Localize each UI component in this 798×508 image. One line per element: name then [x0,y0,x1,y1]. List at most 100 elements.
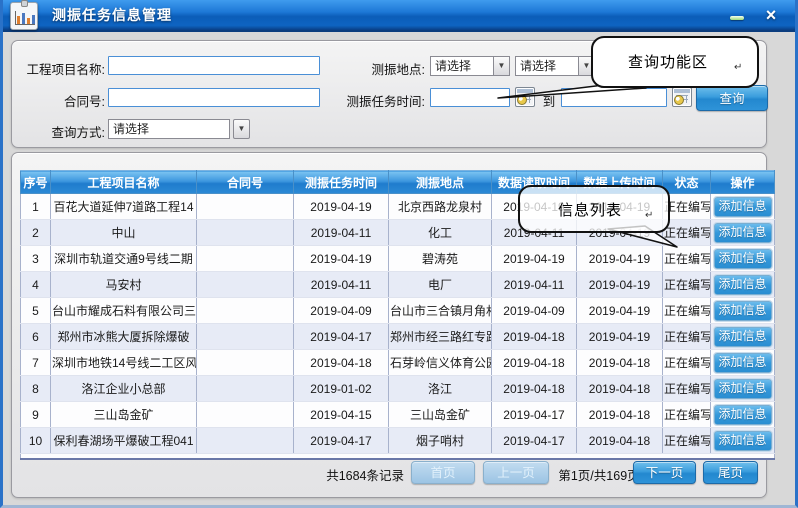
table-row[interactable]: 1百花大道延伸7道路工程142019-04-19北京西路龙泉村2019-04-1… [21,194,775,220]
cell-action: 添加信息 [711,194,775,220]
table-row[interactable]: 8洛江企业小总部2019-01-02洛江2019-04-182019-04-18… [21,376,775,402]
cell-read-time: 2019-04-19 [492,194,577,220]
cell-upload-time: 2019-04-19 [577,194,663,220]
next-page-button[interactable]: 下一页 [633,461,696,484]
add-info-button[interactable]: 添加信息 [714,353,772,373]
cell-status: 正在编写 [663,194,711,220]
contract-input[interactable] [108,88,320,107]
cell-status: 正在编写 [663,376,711,402]
table-row[interactable]: 5台山市耀成石料有限公司三2019-04-09台山市三合镇月角村2019-04-… [21,298,775,324]
cell-project: 深圳市地铁14号线二工区风 [51,350,197,376]
cell-location: 烟子哨村 [389,428,492,454]
table-row[interactable]: 6郑州市冰熊大厦拆除爆破2019-04-17郑州市经三路红专路2019-04-1… [21,324,775,350]
location-select-2[interactable]: 请选择 ▼ [515,56,595,76]
close-button[interactable]: × [758,0,784,30]
task-time-to-input[interactable] [561,88,667,107]
cell-task-time: 2019-04-17 [294,428,389,454]
col-location: 测振地点 [389,171,492,194]
cell-task-time: 2019-04-19 [294,246,389,272]
add-info-button[interactable]: 添加信息 [714,405,772,425]
first-page-button[interactable]: 首页 [411,461,475,484]
add-info-button[interactable]: 添加信息 [714,379,772,399]
cell-location: 碧涛苑 [389,246,492,272]
table-row[interactable]: 10保利春湖场平爆破工程0412019-04-17烟子哨村2019-04-172… [21,428,775,454]
cell-task-time: 2019-04-11 [294,272,389,298]
cell-location: 洛江 [389,376,492,402]
minimize-button[interactable] [724,0,750,30]
cell-project: 三山岛金矿 [51,402,197,428]
add-info-button[interactable]: 添加信息 [714,301,772,321]
location-select-2-value: 请选择 [515,56,578,76]
table-row[interactable]: 9三山岛金矿2019-04-15三山岛金矿2019-04-172019-04-1… [21,402,775,428]
chevron-down-icon[interactable]: ▼ [233,119,250,139]
cell-upload-time: 2019-04-19 [577,220,663,246]
col-no: 序号 [21,171,51,194]
cell-no: 2 [21,220,51,246]
calendar-icon[interactable] [515,87,535,107]
cell-project: 台山市耀成石料有限公司三 [51,298,197,324]
col-status: 状态 [663,171,711,194]
calendar-icon[interactable] [672,87,692,107]
add-info-button[interactable]: 添加信息 [714,327,772,347]
to-label: 到 [538,91,560,110]
project-name-label: 工程项目名称: [12,59,105,78]
project-name-input[interactable] [108,56,320,75]
page-info: 第1页/共169页 [555,465,643,484]
cell-no: 10 [21,428,51,454]
clip-decoration [21,0,28,7]
cell-project: 郑州市冰熊大厦拆除爆破 [51,324,197,350]
cell-action: 添加信息 [711,376,775,402]
location-select-1[interactable]: 请选择 ▼ [430,56,510,76]
col-task-time: 测振任务时间 [294,171,389,194]
table-row[interactable]: 2中山2019-04-11化工2019-04-112019-04-19正在编写添… [21,220,775,246]
table-row[interactable]: 7深圳市地铁14号线二工区风2019-04-18石芽岭信义体育公园2019-04… [21,350,775,376]
cell-upload-time: 2019-04-18 [577,376,663,402]
cell-task-time: 2019-04-15 [294,402,389,428]
cell-contract [197,428,294,454]
last-page-button[interactable]: 尾页 [703,461,758,484]
add-info-button[interactable]: 添加信息 [714,197,772,217]
minimize-icon [730,16,744,20]
cell-upload-time: 2019-04-19 [577,272,663,298]
task-time-from-input[interactable] [430,88,510,107]
add-info-button[interactable]: 添加信息 [714,223,772,243]
table-header: 序号 工程项目名称 合同号 测振任务时间 测振地点 数据读取时间 数据上传时间 … [21,171,775,194]
record-count: 共1684条记录 [292,465,404,484]
cell-upload-time: 2019-04-18 [577,428,663,454]
cell-location: 台山市三合镇月角村 [389,298,492,324]
chevron-down-icon[interactable]: ▼ [578,56,595,76]
cell-action: 添加信息 [711,402,775,428]
cell-location: 化工 [389,220,492,246]
chevron-down-icon[interactable]: ▼ [493,56,510,76]
cell-no: 5 [21,298,51,324]
prev-page-button[interactable]: 上一页 [483,461,549,484]
cell-no: 4 [21,272,51,298]
add-info-button[interactable]: 添加信息 [714,431,772,451]
query-method-select[interactable]: 请选择 ▼ [108,119,250,139]
cell-status: 正在编写 [663,298,711,324]
cell-read-time: 2019-04-09 [492,298,577,324]
table-row[interactable]: 4马安村2019-04-11电厂2019-04-112019-04-19正在编写… [21,272,775,298]
cell-project: 百花大道延伸7道路工程14 [51,194,197,220]
cell-action: 添加信息 [711,220,775,246]
add-info-button[interactable]: 添加信息 [714,249,772,269]
cell-contract [197,246,294,272]
cell-action: 添加信息 [711,350,775,376]
col-project: 工程项目名称 [51,171,197,194]
table-row[interactable]: 3深圳市轨道交通9号线二期2019-04-19碧涛苑2019-04-192019… [21,246,775,272]
cell-upload-time: 2019-04-19 [577,246,663,272]
cell-action: 添加信息 [711,428,775,454]
col-read-time: 数据读取时间 [492,171,577,194]
cell-contract [197,350,294,376]
cell-contract [197,272,294,298]
cell-upload-time: 2019-04-19 [577,324,663,350]
cell-location: 电厂 [389,272,492,298]
cell-contract [197,298,294,324]
cell-read-time: 2019-04-18 [492,324,577,350]
cell-location: 石芽岭信义体育公园 [389,350,492,376]
cell-status: 正在编写 [663,324,711,350]
add-info-button[interactable]: 添加信息 [714,275,772,295]
search-button[interactable]: 查询 [696,85,768,111]
cell-status: 正在编写 [663,246,711,272]
location-select-1-value: 请选择 [430,56,493,76]
